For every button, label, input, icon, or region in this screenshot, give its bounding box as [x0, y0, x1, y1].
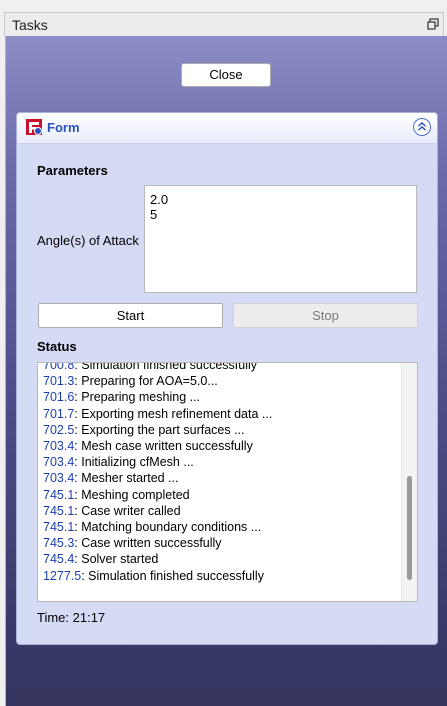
- log-message: : Initializing cfMesh ...: [74, 455, 194, 470]
- log-timestamp: 745.4: [43, 552, 75, 567]
- log-line: 701.3: Preparing for AOA=5.0...: [43, 373, 397, 389]
- form-title: Form: [47, 120, 80, 135]
- angle-of-attack-input[interactable]: 2.0 5: [144, 185, 417, 293]
- log-timestamp: 1277.5: [43, 568, 82, 583]
- log-message: : Mesher started ...: [74, 471, 179, 486]
- log-timestamp: 745.1: [43, 487, 75, 502]
- log-message: : Preparing meshing ...: [74, 390, 201, 405]
- log-line: 702.5: Exporting the part surfaces ...: [43, 422, 397, 438]
- log-message: : Simulation finished successfully: [74, 362, 258, 372]
- log-line: 745.1: Matching boundary conditions ...: [43, 519, 397, 535]
- log-timestamp: 702.5: [43, 422, 75, 437]
- log-lines: 700.8: Simulation finished successfully 7…: [43, 362, 397, 584]
- log-line: 703.4: Mesher started ...: [43, 470, 397, 486]
- log-timestamp: 703.4: [43, 439, 75, 454]
- collapse-chevrons-icon[interactable]: [413, 118, 431, 136]
- log-line: 700.8: Simulation finished successfully: [43, 362, 397, 373]
- log-line: 1277.5: Simulation finished successfully: [43, 568, 397, 584]
- start-button[interactable]: Start: [38, 303, 223, 328]
- log-timestamp: 745.1: [43, 520, 75, 535]
- log-timestamp: 703.4: [43, 471, 75, 486]
- log-message: : Mesh case written successfully: [74, 439, 253, 454]
- log-message: : Exporting the part surfaces ...: [74, 422, 245, 437]
- form-panel: Form Parameters Angle(s) of Attack 2.0 5…: [16, 112, 438, 645]
- log-message: : Meshing completed: [74, 487, 190, 502]
- log-line: 745.1: Meshing completed: [43, 487, 397, 503]
- log-line: 703.4: Mesh case written successfully: [43, 438, 397, 454]
- log-line: 701.6: Preparing meshing ...: [43, 389, 397, 405]
- log-timestamp: 745.1: [43, 503, 75, 518]
- log-message: : Case written successfully: [74, 536, 222, 551]
- stop-button: Stop: [233, 303, 418, 328]
- log-message: : Exporting mesh refinement data ...: [74, 406, 273, 421]
- log-message: : Solver started: [74, 552, 159, 567]
- form-header[interactable]: Form: [17, 113, 437, 144]
- log-line: 701.7: Exporting mesh refinement data ..…: [43, 406, 397, 422]
- log-timestamp: 701.7: [43, 406, 75, 421]
- log-message: : Matching boundary conditions ...: [74, 520, 262, 535]
- log-line: 745.4: Solver started: [43, 551, 397, 567]
- log-scrollbar[interactable]: [401, 363, 417, 601]
- log-timestamp: 701.3: [43, 374, 75, 389]
- task-panel: Close Form Parameters Angle(s) of Attack…: [5, 36, 447, 706]
- dock-titlebar: Tasks: [0, 0, 447, 37]
- log-timestamp: 745.3: [43, 536, 75, 551]
- log-timestamp: 700.8: [43, 362, 75, 372]
- dock-title: Tasks: [12, 17, 48, 33]
- log-line: 703.4: Initializing cfMesh ...: [43, 454, 397, 470]
- parameters-heading: Parameters: [37, 163, 108, 178]
- log-message: : Case writer called: [74, 503, 181, 518]
- close-button[interactable]: Close: [181, 63, 271, 87]
- status-heading: Status: [37, 339, 77, 354]
- log-scrollbar-thumb[interactable]: [407, 476, 412, 580]
- log-timestamp: 701.6: [43, 390, 75, 405]
- log-line: 745.1: Case writer called: [43, 503, 397, 519]
- log-line: 745.3: Case written successfully: [43, 535, 397, 551]
- log-message: : Simulation finished successfully: [81, 568, 264, 583]
- freecad-logo-icon: [26, 119, 42, 135]
- log-message: : Preparing for AOA=5.0...: [74, 374, 218, 389]
- elapsed-time: Time: 21:17: [37, 610, 106, 625]
- angle-of-attack-label: Angle(s) of Attack: [37, 233, 139, 248]
- float-window-icon[interactable]: [427, 18, 439, 30]
- dock-titlebar-frame: Tasks: [4, 12, 444, 36]
- status-log[interactable]: 700.8: Simulation finished successfully 7…: [37, 362, 418, 602]
- log-timestamp: 703.4: [43, 455, 75, 470]
